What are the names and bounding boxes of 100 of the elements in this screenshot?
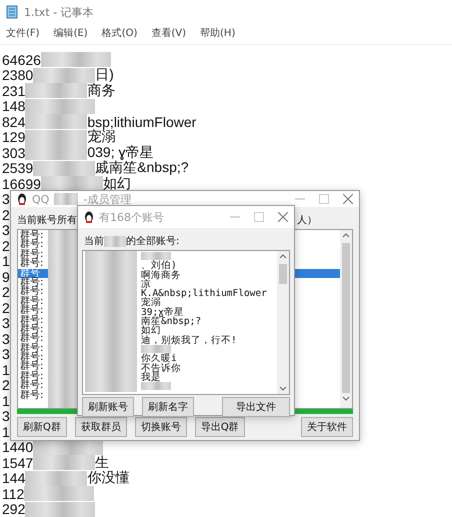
scroll-up-icon[interactable] [279,254,287,259]
scrollbar[interactable] [340,230,352,408]
line-text: 3 [2,315,10,332]
action-button[interactable]: 切换账号 [134,417,187,437]
mosaic-block [25,145,88,160]
account-text: 啊海商务 [141,270,181,281]
line-text: 生 [95,454,110,470]
minimize-icon[interactable] [230,216,240,218]
line-text: 如幻 [102,174,131,193]
account-text: 39;ɣ帝星 [141,306,184,318]
mosaic-block [141,252,171,260]
line-text: 1 [2,253,10,270]
mosaic-block [33,68,96,83]
scroll-down-icon[interactable] [342,396,350,401]
mosaic-block [141,382,171,390]
line-text: 303 [2,144,26,161]
scrollbar[interactable] [277,251,289,394]
line-text: 824 [2,114,26,130]
mosaic-block [40,176,103,192]
mosaic-block [24,486,94,502]
line-text: 144 [2,470,26,486]
account-text: 宠溺 [141,297,161,308]
account-text: 你久暖i [141,353,177,364]
line-text: 2 [2,284,10,300]
close-icon[interactable] [278,212,288,222]
action-button[interactable]: 刷新账号 [82,397,134,417]
line-text: 2380 [2,67,34,84]
line-text: 3 [2,330,10,347]
mosaic-block [40,52,111,68]
window-title: 有168个账号 [99,210,164,224]
line-text: 1547 [2,454,34,471]
minimize-icon[interactable] [295,198,305,200]
mosaic-block [25,130,88,145]
line-text: 2 [2,300,10,316]
scroll-up-icon[interactable] [342,233,350,238]
line-text: 112 [2,486,24,502]
line-text: 1 [2,424,10,440]
accounts-label: 的全部账号: [126,234,180,248]
line-text: 2 [2,238,10,254]
line-text: 2539 [2,160,34,176]
close-icon[interactable] [343,194,353,204]
line-text: 039; ɣ帝星 [87,144,154,160]
line-text: 1440 [2,439,34,456]
mosaic-block [25,502,96,517]
window-title: -成员管理 [83,192,132,206]
account-text: K.A&nbsp;lithiumFlower [141,288,267,300]
mosaic-block [104,236,126,246]
line-text: bsp;lithiumFlower [87,114,196,130]
scroll-down-icon[interactable] [279,386,287,391]
action-button[interactable]: 刷新Q群 [17,417,67,437]
line-text: 2 [2,206,10,223]
account-text: 如幻 [141,325,161,336]
line-text: 3 [2,222,10,238]
member-count-label: 人） [297,214,317,227]
line-text: 1 [2,392,10,409]
line-text: 2 [2,377,10,394]
mosaic-block [25,114,88,130]
mosaic-block [25,83,88,98]
account-label: 当前账号所有 [17,214,77,227]
scrollbar-thumb[interactable] [342,243,350,393]
mosaic-block [33,160,96,176]
scrollbar-thumb[interactable] [279,264,287,284]
line-text: 3 [2,408,10,424]
maximize-icon[interactable] [319,194,329,204]
action-button[interactable]: 刷新名字 [142,397,194,417]
account-text: 凉 [141,278,151,290]
line-text: 3 [2,346,10,362]
notepad-icon [6,5,18,19]
line-text: 3 [2,191,10,208]
accounts-list[interactable]: 、刘伯) 啊海商务 凉 K.A&nbsp;lithiumFlower 宠溺 39;ɣ帝星 南笙&nbsp;? 如幻 迪，别烦我了，行不! 你久暖i 不告诉你 我是 [82,250,290,395]
menu-item[interactable]: 文件(F) [6,26,40,40]
menu-item[interactable]: 查看(V) [151,26,186,40]
line-text: 231 [2,82,26,99]
menu-item[interactable]: 帮助(H) [200,26,236,40]
mosaic-block [33,455,96,470]
menu-item[interactable]: 格式(O) [102,26,138,40]
action-button[interactable]: 导出Q群 [194,417,245,437]
action-button[interactable]: 导出文件 [222,397,290,417]
line-text: 商务 [87,82,116,100]
penguin-icon [84,211,94,223]
line-text: 129 [2,129,26,146]
maximize-icon[interactable] [254,212,264,222]
line-text: 292 [2,501,26,517]
mosaic-block [141,344,171,353]
mosaic-block [25,98,96,114]
line-text: 宠溺 [87,128,116,146]
line-text: 9 [2,268,10,285]
window-title: QQ [32,192,50,206]
action-button[interactable]: 获取群员 [74,417,127,437]
line-text: 1 [2,362,10,378]
line-text: 148 [2,98,26,114]
mosaic-block [25,470,88,486]
line-text: 16699 [2,176,41,192]
action-button[interactable]: 关于软件 [301,417,353,437]
accounts-label: 当前 [84,234,104,248]
line-text: 日) [95,66,114,83]
line-text: 你没懂 [87,469,130,488]
mosaic-block [54,193,78,205]
menu-item[interactable]: 编辑(E) [54,26,88,40]
line-text: 戚南笙&nbsp;? [95,159,189,176]
